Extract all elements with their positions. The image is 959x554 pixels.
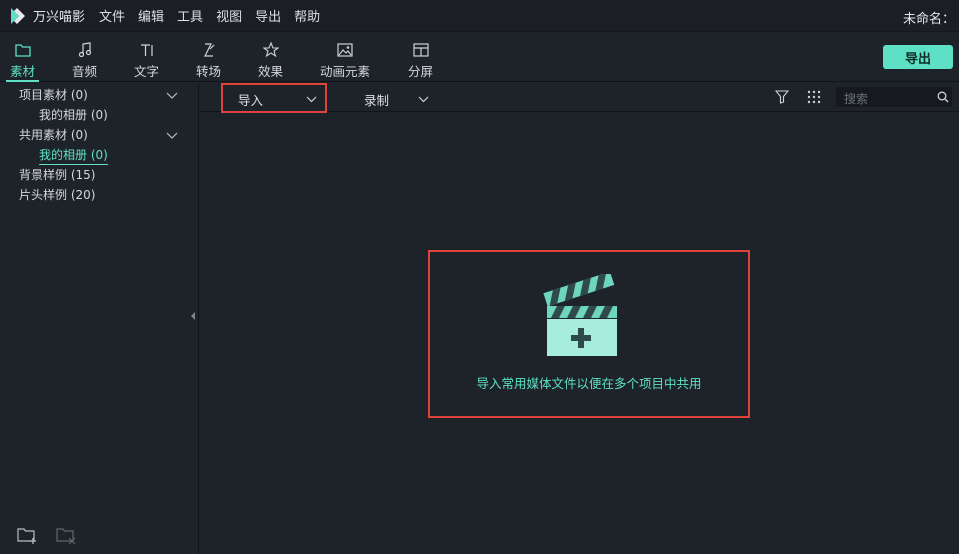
effects-icon (262, 41, 279, 59)
search-placeholder: 搜索 (844, 92, 869, 106)
split-screen-icon (412, 41, 429, 59)
menu-export[interactable]: 导出 (255, 6, 281, 25)
tab-label: 动画元素 (319, 64, 370, 79)
grid-view-icon[interactable] (807, 90, 821, 107)
tab-label: 文字 (133, 64, 159, 79)
tree-item-intro-samples[interactable]: 片头样例 (20) (19, 186, 95, 203)
import-dropdown[interactable]: 导入 (221, 83, 327, 113)
tree-item-my-album[interactable]: 我的相册 (0) (39, 106, 108, 123)
empty-state-message: 导入常用媒体文件以便在多个项目中共用 (476, 376, 702, 391)
tab-label: 效果 (257, 64, 283, 79)
app-logo-icon (9, 7, 27, 25)
clapperboard-add-icon[interactable] (543, 271, 619, 361)
menu-view[interactable]: 视图 (216, 6, 242, 25)
project-title: 未命名： (902, 12, 955, 27)
chevron-down-icon[interactable] (166, 129, 180, 139)
search-input[interactable]: 搜索 (836, 87, 952, 107)
tab-label: 音频 (71, 64, 97, 79)
chevron-down-icon (418, 93, 429, 107)
delete-folder-icon[interactable] (55, 525, 77, 545)
import-label: 导入 (238, 93, 264, 108)
record-dropdown[interactable]: 录制 (364, 88, 434, 108)
tab-label: 转场 (195, 64, 221, 79)
tab-audio[interactable]: 音频 (68, 32, 101, 82)
import-drop-zone[interactable]: 导入常用媒体文件以便在多个项目中共用 (428, 250, 750, 418)
tree-item-shared-media[interactable]: 共用素材 (0) (19, 126, 88, 143)
media-toolbar: 素材 音频 文字 转场 效果 动画元素 分屏 导出 (0, 32, 959, 82)
text-icon (139, 41, 155, 59)
tab-label: 素材 (9, 64, 35, 79)
menu-help[interactable]: 帮助 (294, 6, 320, 25)
menu-file[interactable]: 文件 (99, 6, 125, 25)
folder-icon (14, 41, 31, 59)
chevron-down-icon[interactable] (166, 89, 180, 99)
menu-edit[interactable]: 编辑 (138, 6, 164, 25)
collapse-panel-handle[interactable] (190, 310, 196, 322)
tab-split-screen[interactable]: 分屏 (404, 32, 437, 82)
search-icon[interactable] (937, 91, 949, 106)
new-folder-icon[interactable] (16, 525, 38, 545)
tree-item-background-samples[interactable]: 背景样例 (15) (19, 166, 95, 183)
menu-tools[interactable]: 工具 (177, 6, 203, 25)
tab-effects[interactable]: 效果 (254, 32, 287, 82)
library-sidebar: 项目素材 (0) 我的相册 (0) 共用素材 (0) 我的相册 (0) 背景样例… (0, 83, 199, 554)
export-button[interactable]: 导出 (883, 45, 953, 69)
tab-text[interactable]: 文字 (130, 32, 163, 82)
transition-icon (201, 41, 217, 59)
tab-animation-elements[interactable]: 动画元素 (316, 32, 374, 82)
tree-item-project-media[interactable]: 项目素材 (0) (19, 86, 88, 103)
record-label: 录制 (364, 93, 390, 108)
music-note-icon (78, 41, 92, 59)
chevron-down-icon (306, 93, 317, 107)
tab-media[interactable]: 素材 (6, 32, 39, 82)
tab-label: 分屏 (407, 64, 433, 79)
app-name: 万兴喵影 (33, 10, 86, 25)
tree-item-shared-my-album[interactable]: 我的相册 (0) (39, 146, 108, 165)
filter-icon[interactable] (774, 90, 790, 107)
image-icon (337, 41, 353, 59)
tab-transition[interactable]: 转场 (192, 32, 225, 82)
menu-bar: 万兴喵影 文件 编辑 工具 视图 导出 帮助 未命名： (0, 0, 959, 32)
